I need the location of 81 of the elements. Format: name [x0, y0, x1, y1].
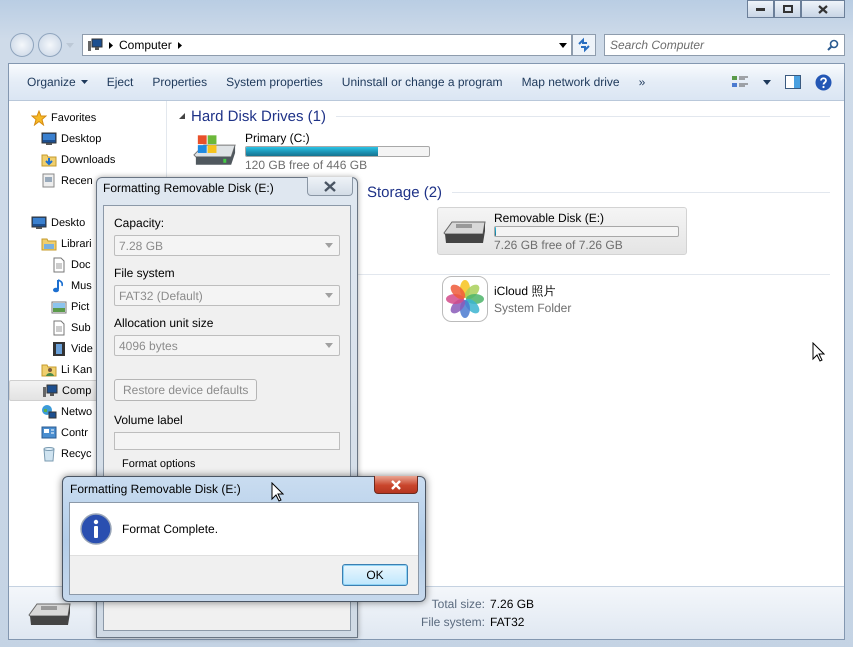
toolbar-menu-button[interactable]: Organize [19, 71, 96, 93]
chevron-icon [178, 42, 182, 48]
field-label: Allocation unit size [114, 316, 214, 330]
address-bar[interactable]: Computer [82, 34, 572, 56]
computer-icon [87, 37, 103, 53]
user-folder-icon [41, 362, 57, 378]
field-label: Volume label [114, 413, 184, 427]
computer-icon [42, 382, 58, 398]
search-field[interactable]: Search Computer [604, 34, 845, 56]
toolbar-button[interactable]: Properties [144, 71, 216, 93]
drive-tile[interactable]: iCloud 照片 System Folder [437, 275, 687, 323]
cursor-icon [812, 342, 825, 362]
recycle-bin-icon [41, 446, 57, 462]
breadcrumb[interactable]: Computer [119, 38, 172, 52]
dialog-title: Formatting Removable Disk (E:) [103, 181, 274, 195]
close-icon [818, 4, 828, 14]
info-icon [80, 513, 112, 545]
more-button[interactable]: » [630, 71, 654, 93]
collapse-arrow-icon[interactable] [179, 113, 185, 119]
view-options-icon[interactable] [731, 74, 749, 90]
folder-icon [41, 236, 57, 252]
maximize-icon [782, 5, 792, 13]
network-icon [41, 404, 57, 420]
document-icon [51, 256, 67, 272]
toolbar-button[interactable]: Map network drive [514, 71, 628, 93]
caret-icon [325, 243, 333, 248]
message-text: Format Complete. [122, 522, 218, 536]
sidebar-item[interactable]: Downloads [9, 149, 158, 170]
chevron-icon [109, 42, 113, 48]
close-icon [323, 180, 337, 192]
close-button[interactable] [307, 177, 353, 196]
preview-pane-icon[interactable] [785, 75, 801, 89]
monitor-icon [41, 130, 57, 146]
field-label: File system [114, 266, 176, 280]
close-icon [390, 480, 402, 490]
close-button[interactable] [374, 476, 418, 494]
photos-app-icon [442, 276, 488, 322]
item-name: Primary (C:) [245, 130, 311, 144]
control-panel-icon [41, 424, 57, 440]
star-icon [31, 110, 47, 126]
refresh-button[interactable] [572, 34, 596, 56]
field-label: Capacity: [114, 216, 166, 230]
sidebar-item[interactable]: Favorites [9, 107, 158, 128]
group-header[interactable]: Hard Disk Drives (1) [191, 108, 326, 124]
sidebar-item[interactable]: Desktop [9, 128, 158, 149]
folder-icon [41, 152, 57, 168]
section-label: Format options [122, 458, 196, 470]
monitor-icon [31, 214, 47, 230]
item-name: Removable Disk (E:) [494, 210, 606, 224]
detail-value: FAT32 [490, 615, 526, 629]
caret-icon [325, 343, 333, 348]
group-header[interactable]: Storage (2) [367, 184, 442, 200]
sidebar-item[interactable]: Li Kan [9, 359, 158, 380]
item-detail: 7.26 GB free of 7.26 GB [494, 238, 624, 252]
caret-icon[interactable] [763, 80, 771, 84]
minimize-button[interactable] [747, 0, 774, 18]
maximize-button[interactable] [774, 0, 801, 18]
detail-value: 7.26 GB [490, 597, 534, 611]
minimize-icon [756, 8, 765, 10]
detail-label: Total size: [430, 597, 486, 611]
document-icon [41, 172, 57, 188]
dropdown-icon[interactable] [559, 42, 567, 48]
item-detail: System Folder [494, 301, 572, 315]
close-button[interactable] [801, 0, 845, 18]
toolbar-button[interactable]: Uninstall or change a program [334, 71, 511, 93]
drive-tile[interactable]: Primary (C:) 120 GB free of 446 GB [185, 127, 435, 175]
help-icon[interactable] [815, 74, 832, 90]
toolbar-button[interactable]: Eject [98, 71, 142, 93]
film-icon [51, 340, 67, 356]
toolbar-button[interactable]: System properties [218, 71, 331, 93]
caret-icon [325, 293, 333, 298]
search-icon [827, 39, 839, 51]
ok-button[interactable]: OK [342, 564, 408, 586]
drive-tile[interactable]: Removable Disk (E:) 7.26 GB free of 7.26 GB [437, 207, 687, 255]
dialog-title: Formatting Removable Disk (E:) [70, 482, 241, 496]
image-icon [51, 298, 67, 314]
detail-label: File system: [421, 615, 486, 629]
caret-icon [80, 80, 88, 84]
item-name: iCloud 照片 [494, 283, 556, 300]
item-detail: 120 GB free of 446 GB [245, 158, 368, 172]
document-icon [51, 320, 67, 336]
